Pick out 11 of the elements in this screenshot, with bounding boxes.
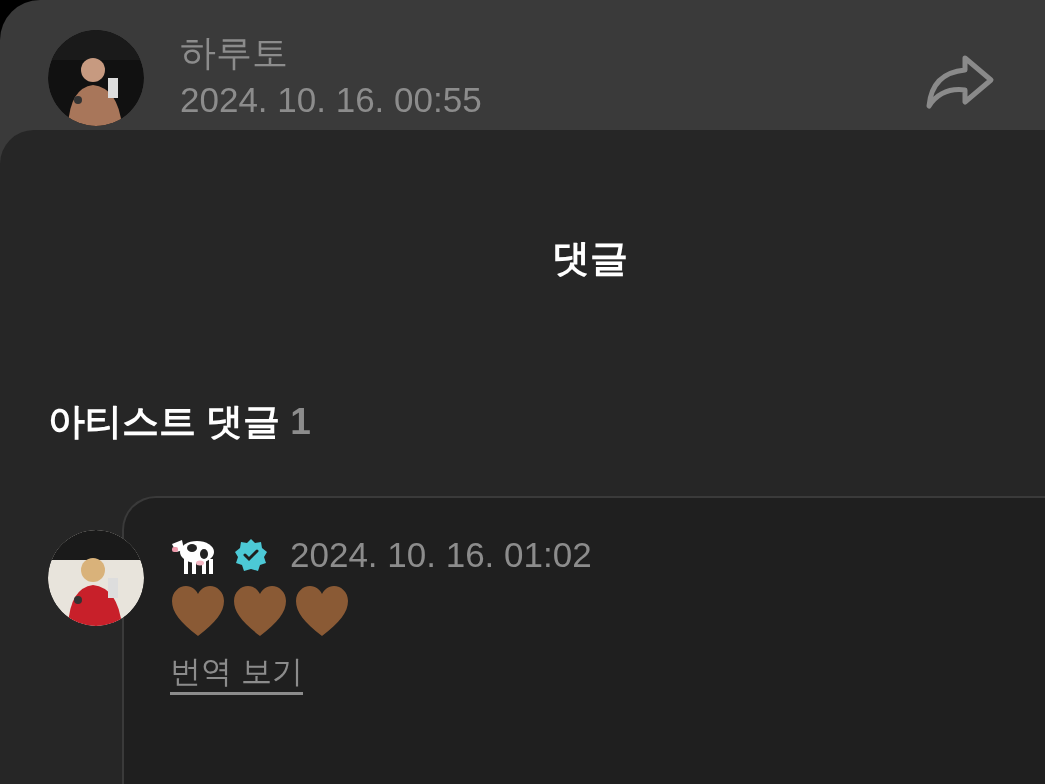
- heart-icon: [294, 584, 350, 638]
- heart-icon: [232, 584, 288, 638]
- sheet-title: 댓글: [551, 236, 629, 280]
- post-time: 2024. 10. 16. 00:55: [180, 79, 483, 121]
- share-icon[interactable]: [925, 54, 995, 110]
- heart-icon: [170, 584, 226, 638]
- section-label: 아티스트 댓글: [48, 400, 281, 444]
- comment-time: 2024. 10. 16. 01:02: [290, 535, 592, 575]
- comment-count: 1: [290, 400, 311, 444]
- author-name: 하루토: [180, 31, 289, 75]
- translate-link[interactable]: 번역 보기: [170, 652, 303, 695]
